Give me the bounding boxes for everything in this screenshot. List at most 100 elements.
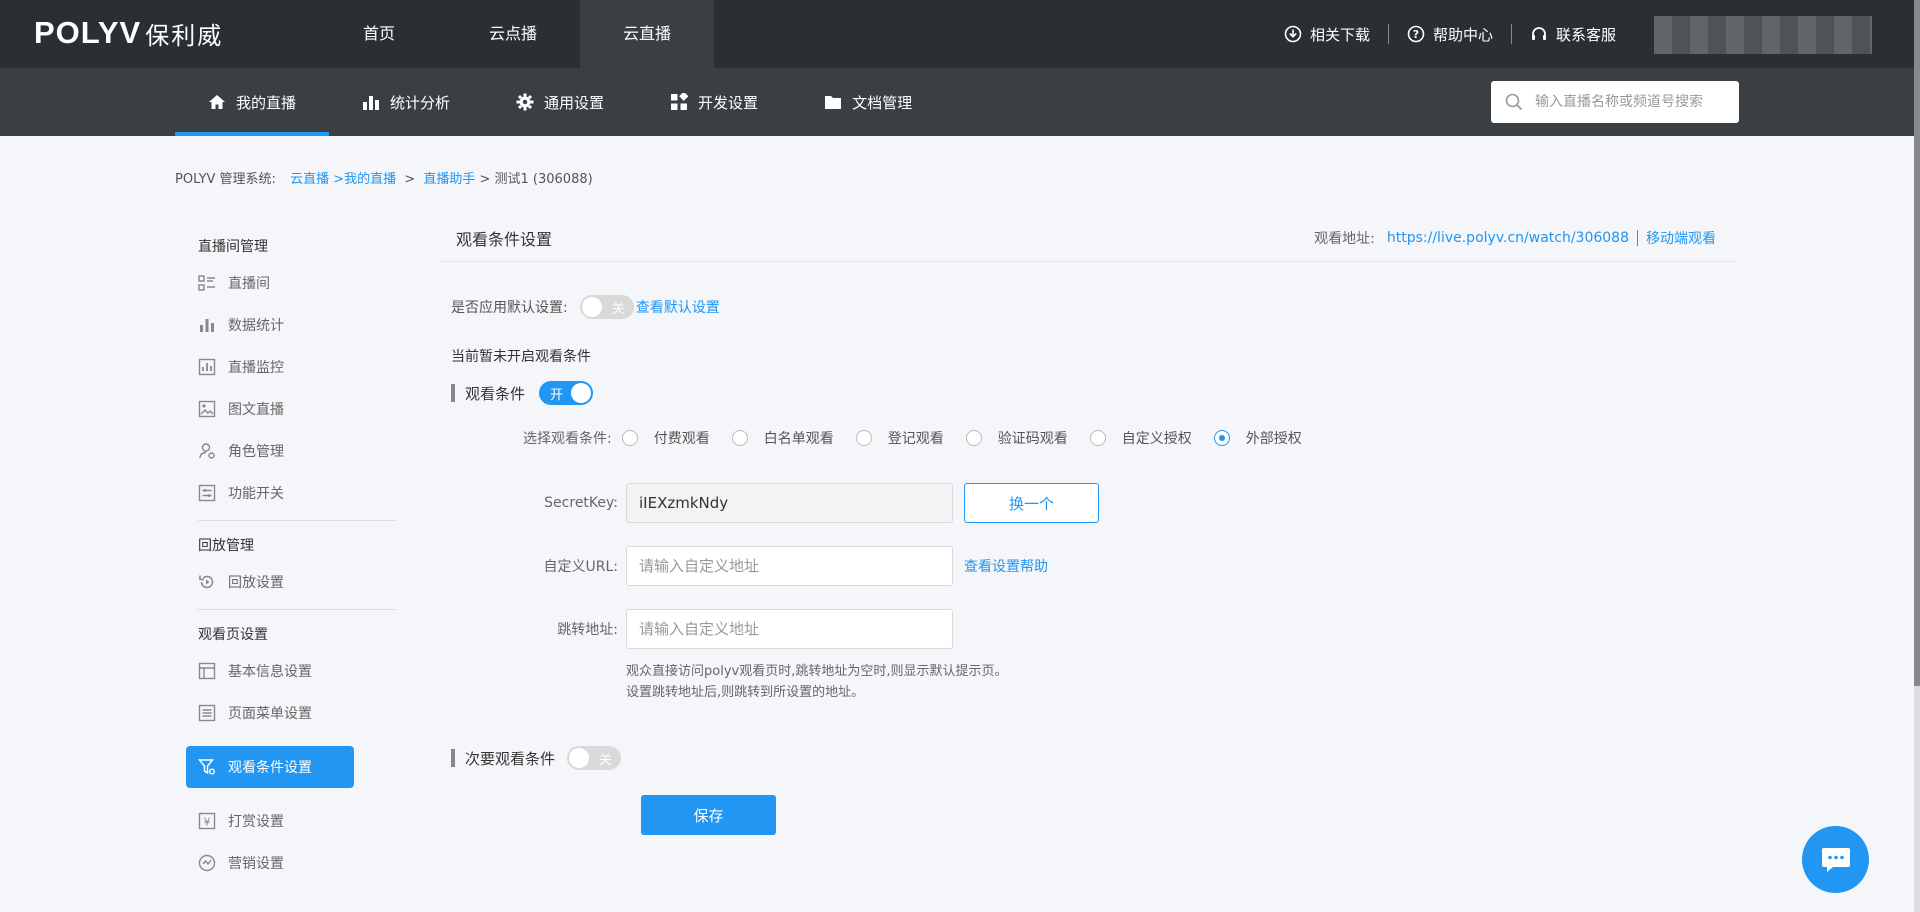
primary-condition-toggle[interactable]: 开 xyxy=(539,381,594,405)
sidebar-group-title: 直播间管理 xyxy=(198,239,268,255)
sidebar-item-page-menu[interactable]: 页面菜单设置 xyxy=(186,692,396,734)
subnav-label: 我的直播 xyxy=(236,93,297,112)
subnav-statistics[interactable]: 统计分析 xyxy=(329,68,483,136)
divider xyxy=(1637,229,1638,246)
toggle-knob xyxy=(571,383,592,403)
sidebar-item-live-room[interactable]: 直播间 xyxy=(186,262,396,304)
primary-condition-label: 观看条件 xyxy=(465,384,526,403)
sidebar-item-tip-settings[interactable]: ¥ 打赏设置 xyxy=(186,800,396,842)
sidebar-item-data-stats[interactable]: 数据统计 xyxy=(186,304,396,346)
breadcrumb-assistant[interactable]: 直播助手 xyxy=(423,172,475,187)
toggle-settings-icon xyxy=(198,484,216,502)
list-icon xyxy=(198,275,215,291)
help-icon: ? xyxy=(1407,25,1425,43)
svg-text:?: ? xyxy=(1413,28,1419,41)
sidebar-item-live-monitor[interactable]: 直播监控 xyxy=(186,346,396,388)
contact-support-link[interactable]: 联系客服 xyxy=(1512,24,1634,45)
user-settings-icon xyxy=(199,443,215,459)
marketing-icon xyxy=(198,854,216,872)
image-icon xyxy=(198,400,216,418)
replay-icon xyxy=(199,575,214,589)
sidebar-item-basic-info[interactable]: 基本信息设置 xyxy=(186,650,396,692)
content-header: 观看条件设置 观看地址: https://live.polyv.cn/watch… xyxy=(440,214,1738,262)
bar-chart-icon xyxy=(200,319,214,332)
toggle-knob xyxy=(581,297,602,317)
downloads-label: 相关下载 xyxy=(1309,25,1370,44)
left-sidebar: 直播间管理 直播间 数据统计 直播监控 图文直播 角色管理 功能开关 回放管理 … xyxy=(186,232,396,884)
condition-external-auth[interactable]: 外部授权 xyxy=(1213,428,1302,448)
search-icon[interactable] xyxy=(1505,93,1523,111)
toggle-state-label: 关 xyxy=(599,753,613,768)
scrollbar-thumb[interactable] xyxy=(1914,0,1920,686)
view-default-settings-link[interactable]: 查看默认设置 xyxy=(636,297,720,317)
contact-support-label: 联系客服 xyxy=(1555,25,1616,44)
breadcrumb-live[interactable]: 云直播 xyxy=(290,172,329,187)
condition-custom-auth[interactable]: 自定义授权 xyxy=(1089,428,1192,448)
regenerate-key-button[interactable]: 换一个 xyxy=(964,483,1099,523)
radio-circle xyxy=(855,430,872,446)
top-links: 相关下载 ? 帮助中心 联系客服 xyxy=(1266,0,1634,68)
search-input[interactable] xyxy=(1535,94,1735,110)
redirect-label: 跳转地址: xyxy=(557,622,618,638)
sidebar-item-playback-settings[interactable]: 回放设置 xyxy=(186,561,396,603)
breadcrumb-my-live[interactable]: >我的直播 xyxy=(333,172,396,187)
save-row: 保存 xyxy=(641,795,776,835)
headset-icon xyxy=(1530,25,1548,43)
setup-help-link[interactable]: 查看设置帮助 xyxy=(964,556,1048,576)
sidebar-item-role-management[interactable]: 角色管理 xyxy=(186,430,396,472)
sidebar-item-label: 数据统计 xyxy=(228,318,284,334)
condition-whitelist[interactable]: 白名单观看 xyxy=(731,428,834,448)
secret-key-row: SecretKey: 换一个 xyxy=(450,483,1099,523)
top-header: POLYV 保利威 首页 云点播 云直播 相关下载 ? 帮助中心 联系客服 xyxy=(0,0,1914,68)
sidebar-item-feature-switch[interactable]: 功能开关 xyxy=(186,472,396,514)
sidebar-group-title: 观看页设置 xyxy=(198,627,268,643)
user-account-redacted[interactable] xyxy=(1654,16,1872,54)
sidebar-item-label: 页面菜单设置 xyxy=(228,706,312,722)
sidebar-item-image-text-live[interactable]: 图文直播 xyxy=(186,388,396,430)
subnav-doc-management[interactable]: 文档管理 xyxy=(791,68,945,136)
redirect-input[interactable] xyxy=(626,609,953,649)
secondary-condition-label: 次要观看条件 xyxy=(465,749,556,768)
secret-key-label: SecretKey: xyxy=(544,495,618,511)
custom-url-input[interactable] xyxy=(626,546,953,586)
sidebar-item-label: 图文直播 xyxy=(228,402,284,418)
page-scrollbar[interactable] xyxy=(1914,0,1920,912)
condition-register[interactable]: 登记观看 xyxy=(855,428,944,448)
subnav-general-settings[interactable]: 通用设置 xyxy=(483,68,637,136)
chat-support-button[interactable] xyxy=(1802,826,1869,893)
help-center-label: 帮助中心 xyxy=(1432,25,1493,44)
subnav-label: 开发设置 xyxy=(698,93,759,112)
downloads-link[interactable]: 相关下载 xyxy=(1266,24,1388,45)
save-button[interactable]: 保存 xyxy=(641,795,776,835)
condition-paid[interactable]: 付费观看 xyxy=(621,428,710,448)
secret-key-field[interactable] xyxy=(626,483,953,523)
sidebar-item-label: 功能开关 xyxy=(228,486,284,502)
condition-select-row: 选择观看条件: 付费观看 白名单观看 登记观看 验证码观看 自定义授权 外部授权 xyxy=(523,428,1324,448)
radio-circle xyxy=(621,430,638,446)
apply-default-label: 是否应用默认设置: xyxy=(451,300,568,316)
status-row: 当前暂未开启观看条件 xyxy=(451,346,591,366)
condition-verification-code[interactable]: 验证码观看 xyxy=(965,428,1068,448)
toggle-knob xyxy=(569,748,590,768)
topnav-live[interactable]: 云直播 xyxy=(580,0,714,68)
sidebar-item-watch-conditions[interactable]: 观看条件设置 xyxy=(186,746,354,788)
sidebar-item-label: 回放设置 xyxy=(228,575,284,591)
subnav-dev-settings[interactable]: 开发设置 xyxy=(637,68,791,136)
brand-logo[interactable]: POLYV 保利威 xyxy=(34,15,224,50)
help-center-link[interactable]: ? 帮助中心 xyxy=(1389,24,1511,45)
logo-cn-text: 保利威 xyxy=(145,21,224,50)
radio-label: 外部授权 xyxy=(1245,431,1302,447)
sidebar-item-marketing-settings[interactable]: 营销设置 xyxy=(186,842,396,884)
apply-default-toggle[interactable]: 关 xyxy=(579,295,634,319)
radio-label: 自定义授权 xyxy=(1121,431,1192,447)
chat-icon xyxy=(1821,847,1850,872)
subnav-my-live[interactable]: 我的直播 xyxy=(175,68,330,136)
topnav-vod[interactable]: 云点播 xyxy=(446,0,580,68)
topnav-home[interactable]: 首页 xyxy=(312,0,446,68)
sidebar-item-label: 打赏设置 xyxy=(228,814,284,830)
mobile-watch-link[interactable]: 移动端观看 xyxy=(1646,228,1716,248)
secondary-condition-toggle[interactable]: 关 xyxy=(567,746,622,770)
watch-url-link[interactable]: https://live.polyv.cn/watch/306088 xyxy=(1387,230,1629,246)
breadcrumb-prefix: POLYV 管理系统: xyxy=(175,172,276,187)
